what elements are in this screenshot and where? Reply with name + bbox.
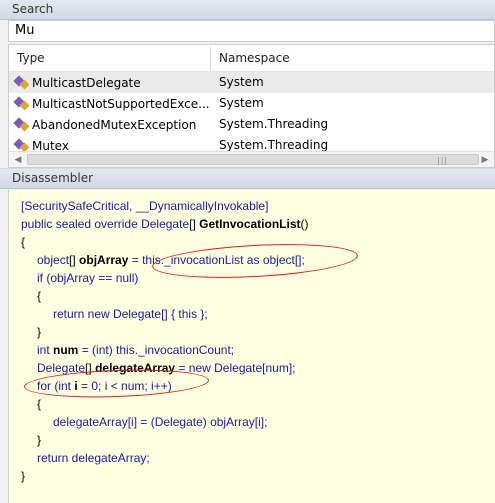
type-reference[interactable]: Delegate: [141, 217, 189, 231]
namespace-cell: System: [219, 96, 264, 110]
type-cell: MulticastDelegate: [13, 75, 141, 90]
code-text: }: [37, 433, 42, 447]
code-line: if (objArray == null): [37, 271, 138, 289]
attribute-text: [SecuritySafeCritical, __DynamicallyInvo…: [21, 199, 269, 213]
type-name: MulticastDelegate: [32, 76, 141, 90]
code-text: = (int) this._invocationCount;: [78, 343, 235, 357]
type-name: AbandonedMutexException: [32, 118, 197, 132]
results-list[interactable]: Type Namespace MulticastDelegate System …: [8, 44, 495, 168]
code-text: {: [37, 397, 42, 411]
class-icon: [13, 75, 30, 90]
class-icon: [13, 138, 30, 153]
code-line: {: [37, 289, 41, 307]
type-name: MulticastNotSupportedExce...: [32, 97, 210, 111]
table-row[interactable]: AbandonedMutexException System.Threading: [9, 114, 494, 135]
code-text: if (objArray == null): [37, 271, 139, 285]
type-cell: AbandonedMutexException: [13, 117, 197, 132]
namespace-cell: System.Threading: [219, 138, 329, 152]
code-line: }: [37, 433, 41, 451]
column-header-type[interactable]: Type: [9, 47, 211, 71]
scroll-right-icon[interactable]: ▶: [477, 153, 493, 167]
code-text: []: [189, 217, 200, 231]
type-reference[interactable]: object: [37, 253, 69, 267]
code-text: }: [21, 469, 26, 483]
code-text: {: [21, 235, 26, 249]
scroll-left-icon[interactable]: ◀: [10, 153, 26, 167]
disassembler-pane-title: Disassembler: [0, 169, 495, 189]
scroll-grip-icon: |||: [437, 156, 449, 165]
table-row[interactable]: MulticastDelegate System: [9, 72, 494, 93]
keyword-text: public sealed override: [21, 217, 142, 231]
code-text: delegateArray[i] = (Delegate) objArray[i…: [53, 415, 268, 429]
code-line: {: [21, 235, 25, 253]
table-row[interactable]: MulticastNotSupportedExce... System: [9, 93, 494, 114]
code-text: return delegateArray;: [37, 451, 150, 465]
code-text: (): [300, 217, 309, 231]
namespace-cell: System: [219, 75, 264, 89]
code-line: {: [37, 397, 41, 415]
class-icon: [13, 96, 30, 111]
class-icon: [13, 117, 30, 132]
variable-name: num: [53, 343, 79, 357]
code-view[interactable]: [SecuritySafeCritical, __DynamicallyInvo…: [8, 190, 495, 503]
search-pane-title: Search: [0, 0, 495, 20]
horizontal-scrollbar[interactable]: ◀ ||| ▶: [9, 151, 494, 167]
scrollbar-thumb[interactable]: [27, 154, 479, 165]
code-text: {: [37, 289, 42, 303]
code-line: int num = (int) this._invocationCount;: [37, 343, 234, 361]
column-header-namespace[interactable]: Namespace: [211, 47, 494, 71]
code-line: public sealed override Delegate[] GetInv…: [21, 217, 308, 235]
annotation-ellipse: [151, 239, 359, 283]
code-line: }: [21, 469, 25, 487]
type-cell: MulticastNotSupportedExce...: [13, 96, 210, 111]
keyword-text: int: [37, 343, 54, 357]
namespace-cell: System.Threading: [219, 117, 329, 131]
code-text: }: [37, 325, 42, 339]
code-line: delegateArray[i] = (Delegate) objArray[i…: [53, 415, 267, 433]
code-line: }: [37, 325, 41, 343]
code-text: return new Delegate[] { this };: [53, 307, 208, 321]
method-name: GetInvocationList: [199, 217, 301, 231]
code-text: []: [69, 253, 80, 267]
search-input[interactable]: Mu: [8, 20, 495, 42]
code-line: [SecuritySafeCritical, __DynamicallyInvo…: [21, 199, 268, 217]
code-line: return new Delegate[] { this };: [53, 307, 208, 325]
code-line: return delegateArray;: [37, 451, 150, 469]
variable-name: objArray: [79, 253, 129, 267]
